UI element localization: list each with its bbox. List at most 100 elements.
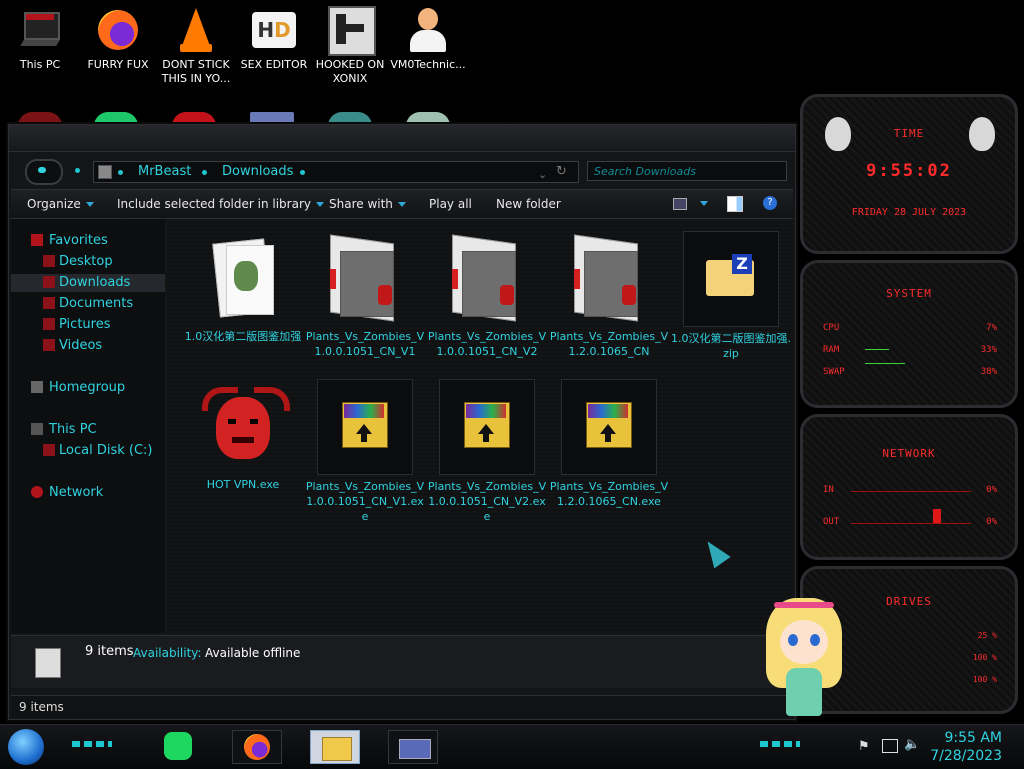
window-title-bar[interactable] <box>9 125 795 152</box>
file-item[interactable]: Plants_Vs_Zombies_V1.0.0.1051_CN_V1 <box>305 231 425 359</box>
desktop-icon-label: This PC <box>19 58 61 71</box>
help-icon[interactable]: ? <box>763 196 777 210</box>
back-forward-button[interactable] <box>25 159 63 185</box>
gadget-clock: 9:55:02 <box>866 161 952 181</box>
time-gadget-title: TIME <box>893 127 925 140</box>
desktop-icon <box>43 255 55 267</box>
net-in-value: 0% <box>986 485 997 495</box>
view-options-icon[interactable] <box>673 198 687 210</box>
flag-icon[interactable]: ⚑ <box>858 739 870 754</box>
system-gadget[interactable]: SYSTEM CPU 7% RAM 33% SWAP 38% <box>800 260 1018 408</box>
desktop-icon-dont-stick[interactable]: DONT STICK THIS IN YO... <box>158 6 234 86</box>
nav-documents[interactable]: Documents <box>11 295 165 313</box>
net-in-graph <box>851 491 971 492</box>
play-all-button[interactable]: Play all <box>429 197 472 211</box>
homegroup-icon <box>31 381 43 393</box>
desktop-icon-this-pc[interactable]: This PC <box>2 6 78 72</box>
desktop-icon-vm0technic[interactable]: VM0Technic... <box>390 6 466 72</box>
nav-network[interactable]: Network <box>11 484 165 502</box>
file-item[interactable]: Plants_Vs_Zombies_V1.2.0.1065_CN <box>549 231 669 359</box>
file-item[interactable]: Plants_Vs_Zombies_V1.2.0.1065_CN.exe <box>549 379 669 509</box>
file-item[interactable]: 1.0汉化第二版图鉴加强 <box>183 231 303 344</box>
chevron-down-icon[interactable] <box>700 201 708 206</box>
drive-value: 25 % <box>977 631 997 640</box>
mouse-cursor-icon <box>699 535 731 569</box>
spotify-icon <box>164 732 192 760</box>
taskbar-time: 9:55 AM <box>944 730 1002 746</box>
drive-value: 100 % <box>972 675 997 684</box>
breadcrumb-mrbeast[interactable]: MrBeast <box>138 162 191 182</box>
organize-button[interactable]: Organize <box>27 197 94 211</box>
taskbar-date: 7/28/2023 <box>930 748 1002 764</box>
nav-videos[interactable]: Videos <box>11 337 165 355</box>
folder-with-files-icon <box>196 231 290 325</box>
file-item[interactable]: Plants_Vs_Zombies_V1.0.0.1051_CN_V2 <box>427 231 547 359</box>
swap-label: SWAP <box>823 367 845 377</box>
gadget-date: FRIDAY 28 JULY 2023 <box>851 207 967 218</box>
swap-value: 38% <box>980 367 997 377</box>
refresh-icon[interactable]: ↻ <box>556 162 567 182</box>
folder-icon <box>98 165 112 179</box>
volume-icon[interactable]: 🔈 <box>904 737 920 752</box>
address-bar[interactable]: MrBeast Downloads ⌄ ↻ <box>93 161 579 183</box>
share-with-button[interactable]: Share with <box>329 197 406 211</box>
network-gadget-title: NETWORK <box>882 447 936 460</box>
nav-local-disk[interactable]: Local Disk (C:) <box>11 442 165 460</box>
chevron-down-icon <box>85 202 94 207</box>
command-toolbar: Organize Include selected folder in libr… <box>11 189 793 219</box>
desktop-icon-furry-fux[interactable]: FURRY FUX <box>80 6 156 72</box>
network-tray-icon[interactable] <box>882 739 898 753</box>
computer-icon <box>16 6 64 54</box>
file-item[interactable]: Plants_Vs_Zombies_V1.0.0.1051_CN_V1.exe <box>305 379 425 524</box>
file-explorer-window[interactable]: MrBeast Downloads ⌄ ↻ Search Downloads O… <box>8 124 796 720</box>
preview-pane-icon[interactable] <box>727 196 743 212</box>
status-item-count: 9 items <box>19 700 64 714</box>
chevron-down-icon <box>315 202 324 207</box>
nav-downloads[interactable]: Downloads <box>11 274 165 292</box>
network-icon <box>31 486 43 498</box>
documents-icon <box>43 297 55 309</box>
nav-favorites[interactable]: Favorites <box>11 232 165 250</box>
taskbar-spotify-button[interactable] <box>154 730 204 764</box>
ram-value: 33% <box>980 345 997 355</box>
winrar-installer-icon <box>439 379 535 475</box>
start-orb-button[interactable] <box>8 729 44 765</box>
desktop-icon-hooked-on-xonix[interactable]: HOOKED ON XONIX <box>312 6 388 86</box>
firefox-icon <box>244 734 270 760</box>
xonix-game-icon <box>326 6 376 56</box>
taskbar-indicator <box>72 741 112 747</box>
winrar-installer-icon <box>317 379 413 475</box>
firefox-icon <box>94 6 142 54</box>
net-out-graph <box>851 523 971 524</box>
include-in-library-button[interactable]: Include selected folder in library <box>117 197 324 211</box>
chevron-down-icon[interactable]: ⌄ <box>538 165 547 185</box>
new-folder-button[interactable]: New folder <box>496 197 561 211</box>
nav-desktop[interactable]: Desktop <box>11 253 165 271</box>
window-icon <box>399 739 431 759</box>
time-gadget[interactable]: TIME 9:55:02 FRIDAY 28 JULY 2023 <box>800 94 1018 254</box>
network-gadget[interactable]: NETWORK IN 0% OUT 0% <box>800 414 1018 560</box>
taskbar-firefox-button[interactable] <box>232 730 282 764</box>
folder-icon <box>440 231 534 325</box>
breadcrumb-downloads[interactable]: Downloads <box>222 162 293 182</box>
file-item[interactable]: Plants_Vs_Zombies_V1.0.0.1051_CN_V2.exe <box>427 379 547 524</box>
desktop-icon-sex-editor[interactable]: HD SEX EDITOR <box>236 6 312 72</box>
swap-bar <box>865 363 905 364</box>
taskbar-explorer-button[interactable] <box>310 730 360 764</box>
taskbar: ⚑ 🔈 9:55 AM 7/28/2023 <box>0 724 1024 769</box>
taskbar-window-button[interactable] <box>388 730 438 764</box>
nav-pictures[interactable]: Pictures <box>11 316 165 334</box>
videos-icon <box>43 339 55 351</box>
file-list: 1.0汉化第二版图鉴加强 Plants_Vs_Zombies_V1.0.0.10… <box>167 219 793 633</box>
search-input[interactable]: Search Downloads <box>587 161 787 181</box>
file-explorer-icon <box>322 737 352 761</box>
nav-homegroup[interactable]: Homegroup <box>11 379 165 397</box>
computer-icon <box>31 423 43 435</box>
availability-label: Availability: <box>133 646 202 660</box>
navigation-pane: Favorites Desktop Downloads Documents Pi… <box>11 219 165 633</box>
file-item[interactable]: HOT VPN.exe <box>183 379 303 492</box>
taskbar-clock[interactable]: 9:55 AM 7/28/2023 <box>930 729 1002 765</box>
availability-value: Available offline <box>205 646 301 660</box>
nav-this-pc[interactable]: This PC <box>11 421 165 439</box>
file-item[interactable]: Z 1.0汉化第二版图鉴加强.zip <box>671 231 791 361</box>
